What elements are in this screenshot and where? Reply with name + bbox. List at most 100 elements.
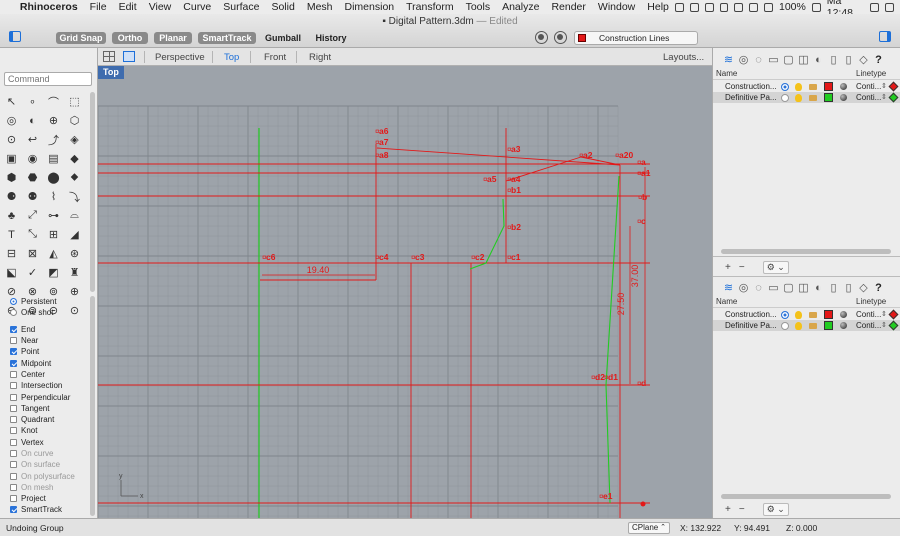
layer-linetype[interactable]: Conti... [856, 320, 882, 331]
layer-name[interactable]: Definitive Pa... [725, 320, 785, 331]
dimension-label[interactable]: 27.50 [616, 293, 626, 316]
tool-button[interactable]: T [2, 225, 21, 244]
point-label[interactable]: c3 [415, 252, 425, 262]
menu-transform[interactable]: Transform [400, 1, 459, 13]
point-label[interactable]: a7 [379, 137, 389, 147]
tool-button[interactable]: ⤡ [23, 225, 42, 244]
filter-icon[interactable] [535, 31, 548, 44]
tool-button[interactable]: ♣ [2, 206, 21, 225]
bluetooth-icon[interactable] [734, 2, 744, 12]
point-label[interactable]: a4 [511, 174, 521, 184]
layer-options-gear-icon[interactable]: ⚙ ⌄ [762, 502, 789, 516]
osnap-perpendicular[interactable]: Perpendicular [10, 391, 90, 402]
linetype-stepper-icon[interactable]: ⇕ [881, 81, 887, 92]
osnap-on-curve[interactable]: On curve [10, 448, 90, 459]
point-label[interactable]: a [641, 157, 646, 167]
layer-row[interactable]: Construction... Conti... ⇕ [713, 309, 900, 320]
osnap-checkbox[interactable] [10, 348, 17, 356]
add-layer-icon[interactable]: + [725, 262, 731, 273]
tool-button[interactable]: ⤢ [23, 206, 42, 225]
point-label[interactable]: c [641, 216, 646, 226]
osnap-knot[interactable]: Knot [10, 425, 90, 436]
dimension-label[interactable]: 37.00 [630, 265, 640, 288]
layer-name[interactable]: Definitive Pa... [725, 92, 785, 103]
osnap-end[interactable]: End [10, 324, 90, 335]
material-icon[interactable] [840, 311, 847, 318]
osnap-checkbox[interactable] [10, 461, 17, 469]
tool-button[interactable]: ⬤ [44, 168, 63, 187]
tool-button[interactable]: ▤ [44, 149, 63, 168]
current-layer-radio[interactable] [781, 94, 789, 102]
layouts-button[interactable]: Layouts... [663, 52, 704, 63]
menu-window[interactable]: Window [592, 1, 641, 13]
smarttrack-button[interactable]: SmartTrack [198, 32, 256, 44]
menu-file[interactable]: File [84, 1, 113, 13]
display-icon[interactable]: ◌ [753, 282, 764, 294]
app-menu[interactable]: Rhinoceros [14, 1, 84, 13]
menu-view[interactable]: View [143, 1, 178, 13]
clock-icon[interactable] [719, 2, 729, 12]
menu-render[interactable]: Render [545, 1, 591, 13]
layers-scrollbar-top[interactable] [721, 249, 891, 254]
osnap-center[interactable]: Center [10, 369, 90, 380]
point-label[interactable]: a8 [379, 150, 389, 160]
named-views-icon[interactable]: ▢ [783, 282, 794, 294]
tool-button[interactable]: ∘ [23, 92, 42, 111]
dimension-label[interactable]: 19.40 [307, 265, 330, 275]
point-label[interactable]: b [642, 192, 647, 202]
print-color-swatch[interactable] [888, 309, 899, 320]
viewport-drawing[interactable]: 19.40 27.50 37.00 a6a7 a8 a3 a2 a20 aa1 a5 a4b1 b b… [98, 66, 712, 518]
menu-help[interactable]: Help [641, 1, 675, 13]
tool-button[interactable]: ⊞ [44, 225, 63, 244]
layer-name[interactable]: Construction... [725, 309, 785, 320]
render-icon[interactable]: ◐ [813, 282, 824, 294]
notes-icon[interactable]: ▭ [768, 54, 779, 66]
osnap-intersection[interactable]: Intersection [10, 380, 90, 391]
linetype-stepper-icon[interactable]: ⇕ [881, 92, 887, 103]
print-color-swatch[interactable] [888, 320, 899, 331]
tool-button[interactable]: ⬢ [2, 168, 21, 187]
point-label[interactable]: b1 [511, 185, 521, 195]
tool-button[interactable]: ↩ [23, 130, 42, 149]
help-icon[interactable]: ? [873, 54, 884, 66]
osnap-vertex[interactable]: Vertex [10, 437, 90, 448]
tool-button[interactable]: ⊙ [2, 130, 21, 149]
osnap-near[interactable]: Near [10, 335, 90, 346]
tool-button[interactable]: ⚉ [23, 187, 42, 206]
tool-button[interactable]: ◎ [2, 111, 21, 130]
cloud-icon[interactable] [689, 2, 699, 12]
tool-button[interactable]: ⌓ [65, 206, 84, 225]
grid-snap-button[interactable]: Grid Snap [56, 32, 106, 44]
menu-analyze[interactable]: Analyze [496, 1, 545, 13]
tool-button[interactable]: ◐ [23, 111, 42, 130]
osnap-quadrant[interactable]: Quadrant [10, 414, 90, 425]
osnap-checkbox[interactable] [10, 359, 17, 367]
point-label[interactable]: a1 [641, 168, 651, 178]
tool-button[interactable]: ⊶ [44, 206, 63, 225]
visibility-bulb-icon[interactable] [795, 83, 802, 91]
visibility-bulb-icon[interactable] [795, 94, 802, 102]
tool-button[interactable]: ◈ [65, 130, 84, 149]
osnap-checkbox[interactable] [10, 427, 17, 435]
osnap-point[interactable]: Point [10, 346, 90, 357]
lock-icon[interactable] [809, 95, 817, 101]
osnap-mode-one-shot[interactable]: One shot [10, 307, 90, 318]
tool-button[interactable]: ⬕ [2, 263, 21, 282]
cplane-dropdown[interactable]: CPlane [628, 522, 670, 534]
menu-surface[interactable]: Surface [217, 1, 265, 13]
osnap-checkbox[interactable] [10, 393, 17, 401]
linetype-stepper-icon[interactable]: ⇕ [881, 320, 887, 331]
library-icon[interactable]: ▯ [828, 54, 839, 66]
tool-button[interactable]: ⚈ [2, 187, 21, 206]
library-icon[interactable]: ▯ [828, 282, 839, 294]
layer-row[interactable]: Definitive Pa... Conti... ⇕ [713, 320, 900, 331]
lock-icon[interactable] [809, 323, 817, 329]
left-sidebar-toggle-icon[interactable] [9, 31, 21, 42]
record-icon[interactable] [554, 31, 567, 44]
help-icon[interactable]: ? [873, 282, 884, 294]
layer-row[interactable]: Construction... Conti... ⇕ [713, 81, 900, 92]
osnap-checkbox[interactable] [10, 404, 17, 412]
osnap-scrollbar[interactable] [90, 296, 95, 516]
layer-color-swatch[interactable] [824, 93, 833, 102]
tool-button[interactable]: ⬡ [65, 111, 84, 130]
